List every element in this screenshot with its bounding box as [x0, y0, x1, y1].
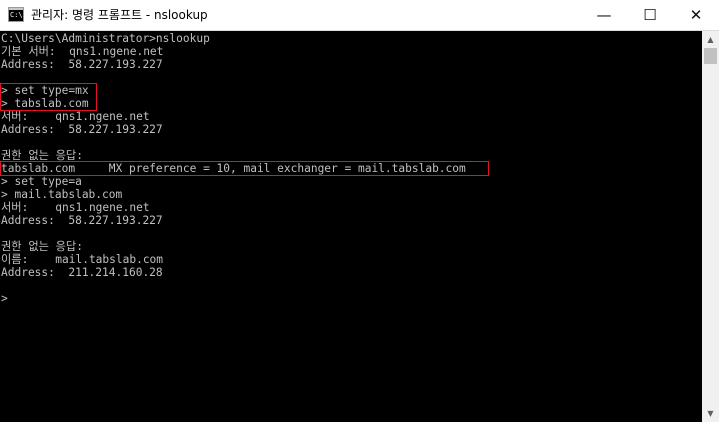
console-line: > [1, 292, 8, 305]
console-line: > set type=a [1, 175, 82, 188]
close-icon: ✕ [689, 6, 703, 24]
console-line: Address: 58.227.193.227 [1, 214, 163, 227]
scroll-down-arrow-icon[interactable]: ▼ [702, 405, 719, 422]
console-line: 서버: qns1.ngene.net [1, 110, 150, 123]
minimize-icon: — [596, 6, 612, 24]
console-line: 기본 서버: qns1.ngene.net [1, 45, 164, 58]
maximize-icon: ☐ [643, 6, 657, 24]
console-line: Address: 211.214.160.28 [1, 266, 163, 279]
console-line: Address: 58.227.193.227 [1, 58, 163, 71]
scrollbar-thumb[interactable] [704, 48, 717, 64]
maximize-button[interactable]: ☐ [627, 0, 673, 31]
console-line: 권한 없는 응답: [1, 240, 83, 253]
mx-answer-highlight-box [0, 161, 489, 176]
command-prompt-icon[interactable]: C:\ [8, 7, 24, 22]
console-line: C:\Users\Administrator>nslookup [1, 32, 210, 45]
minimize-button[interactable]: — [581, 0, 627, 31]
scroll-up-arrow-icon[interactable]: ▲ [702, 31, 719, 48]
app-icon-label: C:\ [10, 11, 23, 19]
console-output[interactable]: C:\Users\Administrator>nslookup 기본 서버: q… [0, 31, 702, 422]
console-line: 서버: qns1.ngene.net [1, 201, 150, 214]
title-bar[interactable]: C:\ 관리자: 명령 프롬프트 - nslookup — ☐ ✕ [0, 0, 719, 31]
console-line: > mail.tabslab.com [1, 188, 123, 201]
close-button[interactable]: ✕ [673, 0, 719, 31]
vertical-scrollbar[interactable]: ▲ ▼ [702, 31, 719, 422]
window-title: 관리자: 명령 프롬프트 - nslookup [31, 8, 208, 22]
console-line: Address: 58.227.193.227 [1, 123, 163, 136]
mx-query-highlight-box [0, 83, 97, 111]
console-line: 이름: mail.tabslab.com [1, 253, 164, 266]
